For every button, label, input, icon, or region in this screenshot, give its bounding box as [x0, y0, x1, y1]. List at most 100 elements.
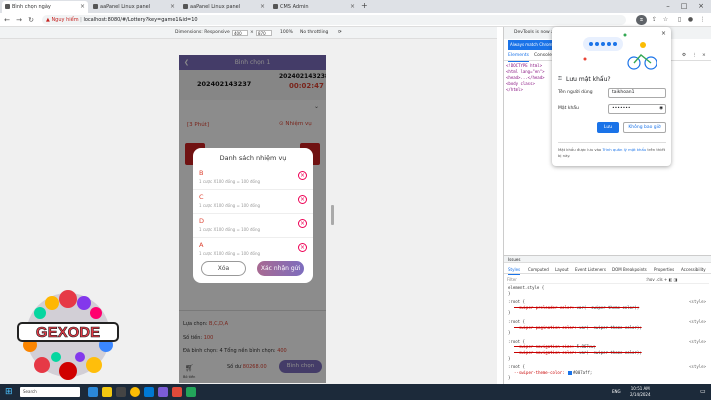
reload-icon[interactable]: ↻ [26, 14, 36, 26]
close-tab-icon[interactable]: × [170, 1, 175, 13]
prop-value: var(--swiper-theme-color); [579, 349, 642, 355]
times-label: × [250, 30, 254, 35]
username-field[interactable]: taikhoan1 [608, 88, 666, 98]
style-rule[interactable]: :root { <style> --swiper-preloader-color… [508, 299, 708, 316]
favicon-icon [183, 4, 188, 9]
zoom-select[interactable]: 100% [280, 27, 293, 39]
drawer-bar[interactable]: Issues [504, 255, 711, 263]
style-rule[interactable]: :root { <style> --swiper-pagination-colo… [508, 319, 708, 336]
style-rule[interactable]: element.style { } [508, 285, 708, 296]
styles-filter-tools[interactable]: :hov .cls + ◧ ◨ [646, 276, 677, 284]
modal-title: Danh sách nhiệm vụ [219, 154, 287, 162]
menu-icon[interactable]: ⋮ [698, 15, 707, 25]
taskbar-app-icon[interactable] [158, 387, 168, 397]
color-swatch[interactable] [568, 370, 572, 375]
back-icon[interactable]: ← [2, 14, 12, 26]
taskbar-app-icon[interactable] [172, 387, 182, 397]
resize-handle[interactable] [331, 205, 334, 225]
tab-computed[interactable]: Computed [528, 265, 549, 274]
address-toolbar: ← → ↻ ▲ Nguy hiểm | localhost:8080/#/Lot… [0, 13, 711, 27]
rotate-icon[interactable]: ⟳ [338, 27, 342, 39]
dimensions-select[interactable]: Dimensions: Responsive [175, 27, 230, 39]
minimize-icon[interactable]: – [660, 0, 676, 12]
tab-binh-chon[interactable]: Bình chọn ngày × [2, 1, 88, 13]
tab-cms-admin[interactable]: CMS Admin × [270, 1, 358, 13]
windows-start-icon[interactable]: ⊞ [5, 387, 15, 397]
remove-icon[interactable]: × [298, 243, 307, 252]
clock[interactable]: 10:51 AM 2/14/2024 [630, 386, 651, 398]
rule-close: } [508, 375, 511, 381]
rule-source[interactable]: <style> [689, 339, 706, 345]
style-rule[interactable]: :root { <style> --swiper-navigation-size… [508, 339, 708, 361]
tab-console[interactable]: Console [534, 51, 552, 61]
maximize-icon[interactable]: □ [676, 0, 692, 12]
rule-source[interactable]: <style> [689, 364, 706, 370]
taskbar-app-icon[interactable] [144, 387, 154, 397]
clear-button[interactable]: Xóa [201, 261, 246, 276]
share-icon[interactable]: ⇪ [650, 15, 659, 25]
taskbar-app-icon[interactable] [88, 387, 98, 397]
chrome-icon[interactable] [130, 387, 140, 397]
prop-value: #007aff; [573, 369, 593, 375]
prop-value: var(--swiper-theme-color); [576, 304, 640, 310]
remove-icon[interactable]: × [298, 219, 307, 228]
eye-icon[interactable]: ◉ [659, 105, 663, 113]
rule-source[interactable]: <style> [689, 319, 706, 325]
list-item: C 1 cược X100 đồng = 100 đồng × [193, 190, 313, 214]
rule-source[interactable]: <style> [689, 299, 706, 305]
tab-elements[interactable]: Elements [508, 51, 529, 62]
taskbar-search[interactable]: Search [20, 387, 80, 397]
tab-accessibility[interactable]: Accessibility [681, 265, 706, 274]
tab-properties[interactable]: Properties [654, 265, 674, 274]
tab-aapanel-2[interactable]: aaPanel Linux panel × [180, 1, 268, 13]
throttle-select[interactable]: No throttling [300, 27, 328, 39]
mission-list-modal: Danh sách nhiệm vụ B 1 cược X100 đồng = … [193, 148, 313, 283]
close-window-icon[interactable]: × [693, 0, 709, 12]
new-tab-icon[interactable]: + [361, 1, 368, 10]
password-manager-link[interactable]: Trình quản lý mật khẩu [602, 147, 646, 152]
list-item: B 1 cược X100 đồng = 100 đồng × [193, 166, 313, 190]
rule-close: } [508, 330, 511, 336]
tab-label: Bình chọn ngày [12, 4, 51, 10]
url-input[interactable]: ▲ Nguy hiểm | localhost:8080/#/Lottery?k… [42, 15, 626, 25]
notification-icon[interactable]: ▭ [700, 388, 706, 395]
tab-aapanel-1[interactable]: aaPanel Linux panel × [90, 1, 178, 13]
taskbar-app-icon[interactable] [116, 387, 126, 397]
more-icon[interactable]: ⋮ [692, 51, 697, 61]
profile-icon[interactable]: ● [686, 15, 695, 25]
tab-styles[interactable]: Styles [508, 265, 521, 275]
settings-icon[interactable]: ⚙ [682, 51, 686, 61]
password-key-icon[interactable]: ⚿ [636, 15, 647, 25]
height-input[interactable]: 870 [256, 30, 272, 36]
tab-event-listeners[interactable]: Event Listeners [575, 265, 606, 274]
close-devtools-icon[interactable]: × [702, 51, 706, 61]
password-field[interactable]: ••••••• ◉ [608, 104, 666, 114]
close-popup-icon[interactable]: × [661, 30, 666, 37]
windows-taskbar: ⊞ Search ENG 10:51 AM 2/14/2024 ▭ [0, 384, 711, 400]
close-tab-icon[interactable]: × [350, 1, 355, 13]
bookmark-star-icon[interactable]: ☆ [661, 15, 670, 25]
tab-dom-breakpoints[interactable]: DOM Breakpoints [612, 265, 647, 274]
width-input[interactable]: 400 [232, 30, 248, 36]
save-button[interactable]: Lưu [597, 122, 619, 133]
styles-filter-input[interactable]: Filter [507, 276, 709, 284]
sidepanel-icon[interactable]: ▯ [675, 15, 684, 25]
language-indicator[interactable]: ENG [612, 389, 621, 394]
remove-icon[interactable]: × [298, 171, 307, 180]
never-button[interactable]: Không bao giờ [623, 122, 666, 133]
close-tab-icon[interactable]: × [260, 1, 265, 13]
tab-layout[interactable]: Layout [555, 265, 569, 274]
list-item: D 1 cược X100 đồng = 100 đồng × [193, 214, 313, 238]
confirm-send-button[interactable]: Xác nhận gửi [257, 261, 304, 276]
taskbar-app-icon[interactable] [186, 387, 196, 397]
password-value: ••••••• [612, 106, 631, 111]
folder-icon[interactable] [102, 387, 112, 397]
tab-label: aaPanel Linux panel [100, 4, 151, 10]
close-tab-icon[interactable]: × [80, 1, 85, 13]
remove-icon[interactable]: × [298, 195, 307, 204]
forward-icon[interactable]: → [14, 14, 24, 26]
style-rule[interactable]: :root { <style> --swiper-theme-color: #0… [508, 364, 708, 381]
logo-text: GEXODE [36, 324, 100, 341]
favicon-icon [93, 4, 98, 9]
rule-close: } [508, 310, 511, 316]
